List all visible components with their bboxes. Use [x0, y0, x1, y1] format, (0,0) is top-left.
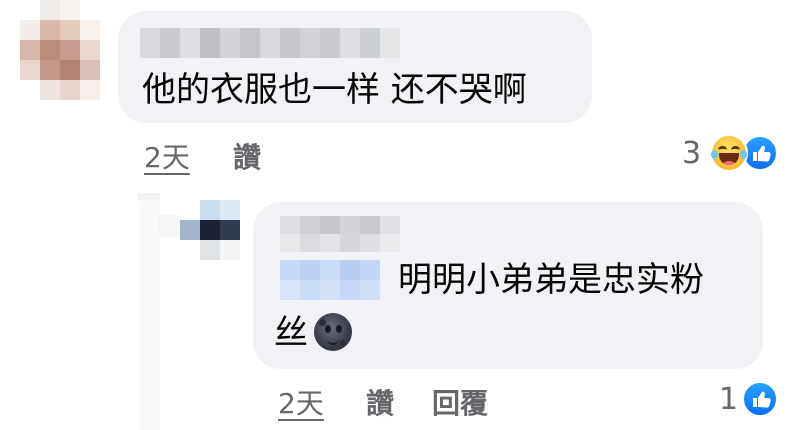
thread-line: [140, 200, 160, 430]
new-moon-face-icon: [314, 313, 352, 351]
reply-text-continued: 丝: [274, 313, 308, 353]
thread-connector: [158, 215, 180, 237]
reply-timestamp[interactable]: 2天: [278, 382, 324, 422]
mention-tag[interactable]: [280, 260, 380, 300]
laugh-icon[interactable]: [710, 134, 748, 172]
comment-text: 他的衣服也一样 还不哭啊: [142, 70, 527, 110]
reply-reaction-count[interactable]: 1: [719, 382, 738, 417]
reaction-count[interactable]: 3: [682, 136, 701, 171]
author-name[interactable]: [140, 28, 400, 58]
like-link[interactable]: 讚: [233, 136, 261, 176]
reply-like-link[interactable]: 讚: [366, 382, 394, 422]
reply-reply-link[interactable]: 回覆: [432, 382, 488, 422]
avatar[interactable]: [20, 0, 100, 100]
reply-author-name[interactable]: [280, 216, 400, 252]
reply-text: 明明小弟弟是忠实粉: [398, 260, 704, 300]
comment-timestamp[interactable]: 2天: [144, 136, 190, 176]
reply-avatar[interactable]: [180, 200, 240, 260]
like-icon[interactable]: [742, 381, 778, 417]
